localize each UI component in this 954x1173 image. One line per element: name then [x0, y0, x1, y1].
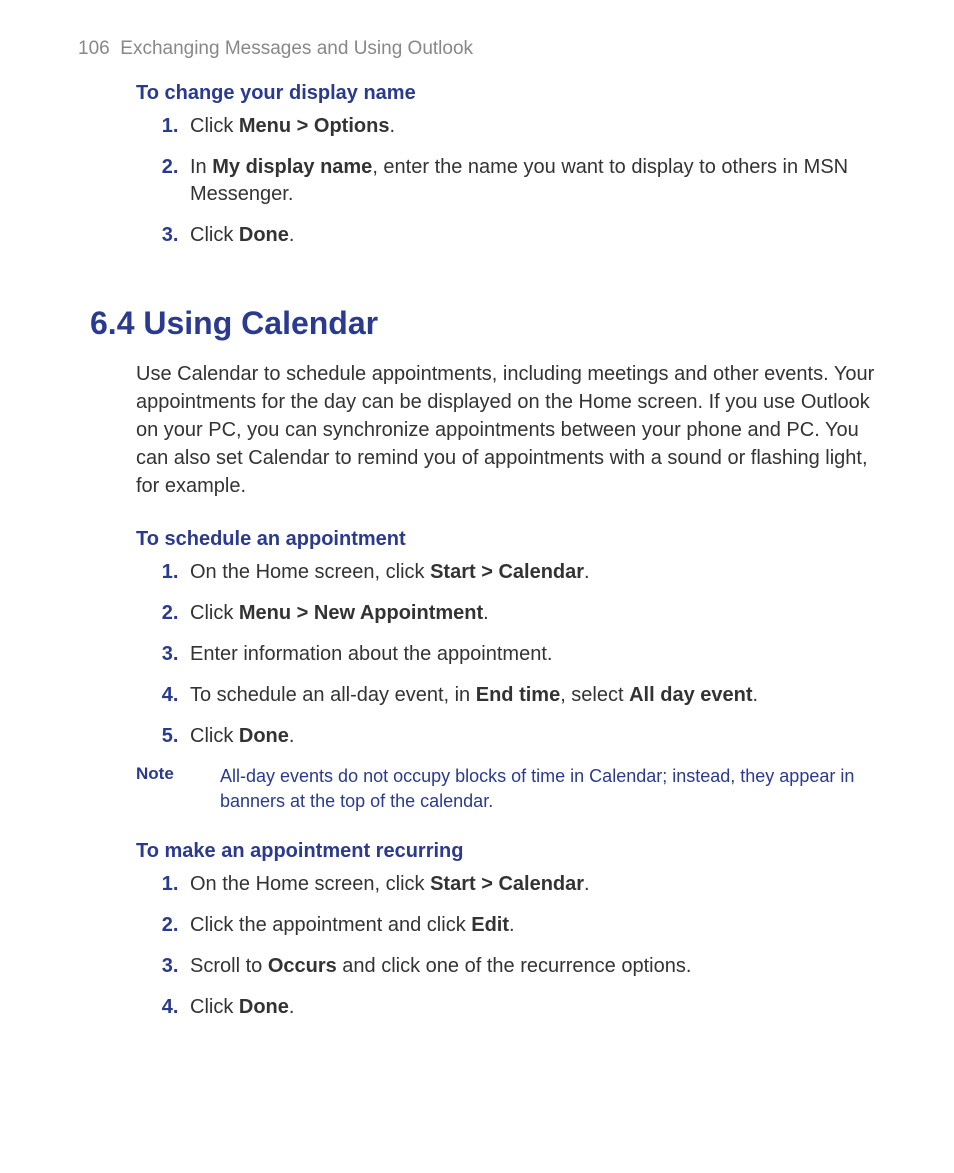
- list-item: Click Done.: [184, 723, 876, 750]
- subheading-schedule-appointment: To schedule an appointment: [136, 528, 876, 551]
- page-number: 106: [78, 38, 110, 59]
- note-block: Note All-day events do not occupy blocks…: [136, 764, 876, 814]
- subheading-recurring-appointment: To make an appointment recurring: [136, 840, 876, 863]
- list-item: To schedule an all-day event, in End tim…: [184, 682, 876, 709]
- subheading-change-display-name: To change your display name: [136, 82, 876, 105]
- steps-recurring-appointment: On the Home screen, click Start > Calend…: [184, 871, 876, 1021]
- note-text: All-day events do not occupy blocks of t…: [220, 764, 876, 814]
- list-item: In My display name, enter the name you w…: [184, 154, 876, 208]
- list-item: Click Menu > Options.: [184, 113, 876, 140]
- list-item: Click Done.: [184, 994, 876, 1021]
- list-item: Scroll to Occurs and click one of the re…: [184, 953, 876, 980]
- steps-change-display-name: Click Menu > Options. In My display name…: [184, 113, 876, 249]
- page-header: 106 Exchanging Messages and Using Outloo…: [78, 38, 876, 60]
- section-title: 6.4 Using Calendar: [90, 305, 876, 342]
- list-item: Click Done.: [184, 222, 876, 249]
- chapter-title: Exchanging Messages and Using Outlook: [120, 38, 473, 59]
- list-item: Click Menu > New Appointment.: [184, 600, 876, 627]
- list-item: Enter information about the appointment.: [184, 641, 876, 668]
- body-paragraph: Use Calendar to schedule appointments, i…: [136, 360, 876, 500]
- list-item: On the Home screen, click Start > Calend…: [184, 871, 876, 898]
- list-item: On the Home screen, click Start > Calend…: [184, 559, 876, 586]
- steps-schedule-appointment: On the Home screen, click Start > Calend…: [184, 559, 876, 750]
- note-label: Note: [136, 764, 220, 814]
- list-item: Click the appointment and click Edit.: [184, 912, 876, 939]
